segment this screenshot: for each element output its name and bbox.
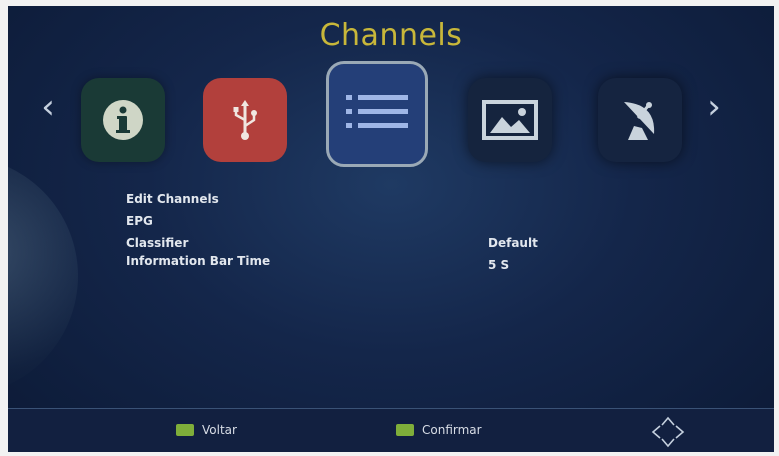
menu-tile-channels[interactable]: [326, 61, 428, 167]
page-title: Channels: [319, 18, 463, 53]
list-item-edit-channels[interactable]: Edit Channels: [126, 192, 546, 214]
back-hint[interactable]: Voltar: [176, 423, 237, 437]
carousel-next-arrow[interactable]: ›: [702, 90, 726, 124]
menu-tile-info[interactable]: [81, 78, 165, 162]
footer-bar: Voltar Confirmar: [8, 408, 774, 452]
list-item-value: 5 S: [488, 258, 510, 272]
back-label: Voltar: [202, 423, 237, 437]
info-icon: [103, 100, 143, 140]
list-item-label: Information Bar Time: [126, 254, 271, 268]
list-item-classifier[interactable]: Classifier Default: [126, 236, 546, 254]
carousel-prev-arrow[interactable]: ‹: [36, 90, 60, 124]
tv-menu-screen: Channels ‹ › Edit Channels EPG Classifie…: [8, 6, 774, 452]
list-item-value: Default: [488, 236, 538, 250]
list-item-label: Classifier: [126, 236, 189, 250]
list-item-label: EPG: [126, 214, 153, 228]
list-item-label: Edit Channels: [126, 192, 219, 206]
usb-icon: [233, 100, 257, 140]
channel-list-icon: [346, 95, 408, 128]
list-item-information-bar-time[interactable]: Information Bar Time 5 S: [126, 254, 546, 276]
menu-tile-picture[interactable]: [468, 78, 552, 162]
picture-icon: [482, 100, 538, 140]
menu-tile-usb[interactable]: [203, 78, 287, 162]
ok-key-icon: [396, 424, 414, 436]
directional-pad-icon[interactable]: [650, 415, 686, 449]
list-item-epg[interactable]: EPG: [126, 214, 546, 236]
settings-list: Edit Channels EPG Classifier Default Inf…: [126, 192, 546, 276]
exit-key-icon: [176, 424, 194, 436]
menu-tile-satellite[interactable]: [598, 78, 682, 162]
confirm-hint[interactable]: Confirmar: [396, 423, 482, 437]
globe-decoration: [8, 156, 78, 396]
satellite-dish-icon: [624, 102, 655, 140]
confirm-label: Confirmar: [422, 423, 482, 437]
